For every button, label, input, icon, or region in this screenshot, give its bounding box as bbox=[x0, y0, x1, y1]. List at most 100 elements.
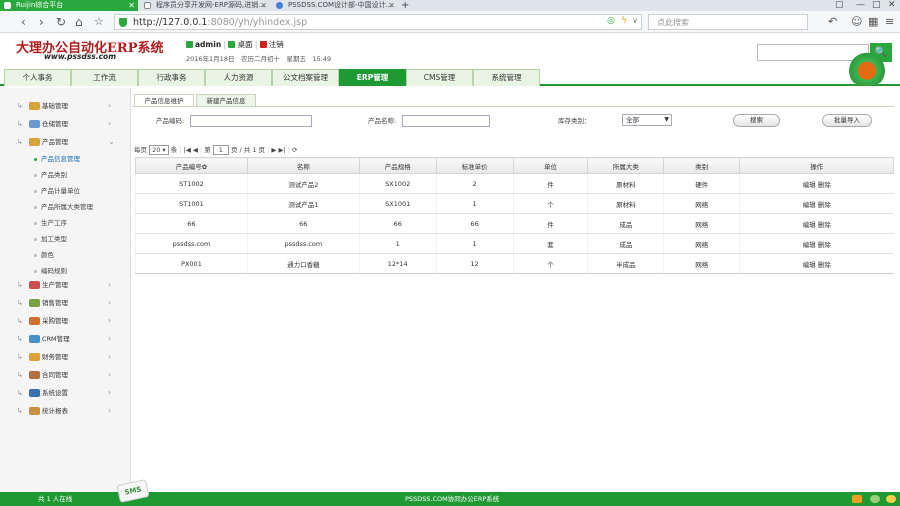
sidebar-item-crm[interactable]: ↳ CRM管理 › bbox=[0, 330, 131, 348]
column-header[interactable]: 名称 bbox=[246, 157, 360, 174]
username[interactable]: admin bbox=[195, 40, 221, 49]
sidebar-subitem[interactable]: 颜色 bbox=[0, 247, 131, 263]
footer-title: PSSDSS.COM协同办公ERP系统 bbox=[405, 495, 500, 503]
row-actions[interactable]: 编辑 删除 bbox=[739, 193, 894, 214]
menu-item[interactable]: 行政事务 bbox=[138, 69, 205, 86]
column-header[interactable]: 所属大类 bbox=[587, 157, 665, 174]
sidebar-item-product[interactable]: ↳ 产品管理 ⌄ bbox=[0, 133, 131, 151]
apps-icon[interactable]: ▦ bbox=[868, 15, 878, 29]
browser-search-input[interactable]: 点此搜索 bbox=[648, 14, 808, 30]
batch-import-button[interactable]: 批量导入 bbox=[822, 114, 872, 127]
menu-icon[interactable]: ≡ bbox=[885, 15, 894, 29]
sidebar-subitem[interactable]: 产品计量单位 bbox=[0, 183, 131, 199]
product-code-label: 产品编码: bbox=[156, 117, 185, 125]
table-row[interactable]: pssdss.com pssdss.com 1 1 套成品 网络 编辑 删除 bbox=[135, 233, 894, 254]
sidebar-item-contract[interactable]: ↳ 合同管理 › bbox=[0, 366, 131, 384]
close-tab-icon[interactable]: ✕ bbox=[388, 0, 395, 11]
home-icon[interactable]: ⌂ bbox=[75, 15, 83, 29]
row-actions[interactable]: 编辑 删除 bbox=[739, 253, 894, 274]
column-header[interactable]: 标准单价 bbox=[435, 157, 514, 174]
new-tab-icon[interactable]: + bbox=[401, 0, 409, 11]
address-bar: ‹ › ↻ ⌂ ☆ http://127.0.0.1:8080/yh/yhind… bbox=[0, 11, 900, 33]
product-name-input[interactable] bbox=[402, 115, 490, 127]
first-page-icon[interactable]: |◀ bbox=[184, 146, 191, 154]
sidebar-subitem[interactable]: 生产工序 bbox=[0, 215, 131, 231]
stock-type-select[interactable]: 全部 ▼ bbox=[622, 114, 672, 126]
sidebar-item-basic[interactable]: ↳ 基础管理 › bbox=[0, 97, 131, 115]
prev-page-icon[interactable]: ◀ bbox=[193, 146, 198, 154]
logout-link[interactable]: 注销 bbox=[269, 40, 284, 49]
search-button[interactable]: 搜索 bbox=[733, 114, 780, 127]
menu-item[interactable]: CMS管理 bbox=[406, 69, 473, 86]
url-input[interactable]: http://127.0.0.1:8080/yh/yhindex.jsp ◎ ϟ… bbox=[114, 14, 642, 30]
sidebar-item-production[interactable]: ↳ 生产管理 › bbox=[0, 276, 131, 294]
forward-icon[interactable]: › bbox=[39, 15, 44, 29]
pagination-bar: 每页 20 ▾ 条 | |◀ ◀ | 第 1 页 / 共 1 页 | ▶ ▶| … bbox=[134, 145, 298, 155]
column-header[interactable]: 单位 bbox=[512, 157, 589, 174]
sidebar-subitem[interactable]: 产品类别 bbox=[0, 167, 131, 183]
row-actions[interactable]: 编辑 删除 bbox=[739, 233, 894, 254]
menu-item[interactable]: 工作流 bbox=[71, 69, 138, 86]
table-row[interactable]: ST1001 测试产品1 SX1001 1 个原材料 网络 编辑 删除 bbox=[135, 193, 894, 214]
sidebar-subitem-product-info[interactable]: 产品信息管理 bbox=[0, 151, 131, 167]
menu-item[interactable]: 系统管理 bbox=[473, 69, 540, 86]
column-header[interactable]: 类别 bbox=[663, 157, 741, 174]
sidebar-item-warehouse[interactable]: ↳ 仓储管理 › bbox=[0, 115, 131, 133]
page-number-input[interactable]: 1 bbox=[212, 145, 229, 155]
maximize-icon[interactable]: □ bbox=[872, 0, 881, 11]
row-actions[interactable]: 编辑 删除 bbox=[739, 213, 894, 234]
column-header[interactable]: 产品规格 bbox=[358, 157, 437, 174]
undo-icon[interactable]: ↶ bbox=[828, 15, 837, 29]
bookmark-icon[interactable]: ☆ bbox=[94, 15, 104, 29]
product-table: 产品编号✿ 名称 产品规格 标准单价 单位 所属大类 类别 操作 ST1002 测… bbox=[135, 157, 894, 274]
product-name-label: 产品名称: bbox=[368, 117, 397, 125]
back-icon[interactable]: ‹ bbox=[21, 15, 26, 29]
menu-item[interactable]: 公文档案管理 bbox=[272, 69, 339, 86]
browser-tab-2[interactable]: 程序员分享开发网-ERP源码,进销... ✕ bbox=[140, 0, 270, 11]
close-tab-icon[interactable]: ✕ bbox=[260, 0, 267, 11]
minimize-icon[interactable]: — bbox=[856, 0, 865, 11]
per-page-select[interactable]: 20 ▾ bbox=[149, 145, 169, 155]
table-row[interactable]: 66 66 66 66 件成品 网络 编辑 删除 bbox=[135, 213, 894, 234]
browser-tab-1[interactable]: Ruijin综合平台 ✕ bbox=[0, 0, 138, 11]
close-window-icon[interactable]: ✕ bbox=[888, 0, 896, 11]
app-header: 大理办公自动化ERP系统 www.pssdss.com admin | 桌面 |… bbox=[0, 33, 900, 68]
restore-window-icon[interactable]: ▢ bbox=[835, 0, 844, 11]
sidebar-subitem[interactable]: 加工类型 bbox=[0, 231, 131, 247]
menu-item-active[interactable]: ERP管理 bbox=[339, 69, 406, 86]
main-menu: 个人事务 工作流 行政事务 人力资源 公文档案管理 ERP管理 CMS管理 系统… bbox=[0, 68, 900, 86]
desktop-link[interactable]: 桌面 bbox=[237, 40, 252, 49]
finance-icon bbox=[29, 353, 40, 361]
report-icon bbox=[29, 407, 40, 415]
next-page-icon[interactable]: ▶ bbox=[271, 146, 276, 154]
last-page-icon[interactable]: ▶| bbox=[278, 146, 285, 154]
user-icon[interactable]: ☺ bbox=[851, 15, 862, 29]
sidebar-item-sales[interactable]: ↳ 销售管理 › bbox=[0, 294, 131, 312]
reload-icon[interactable]: ↻ bbox=[56, 15, 66, 29]
tray-icon[interactable] bbox=[852, 495, 862, 503]
menu-item[interactable]: 个人事务 bbox=[4, 69, 71, 86]
sidebar-item-finance[interactable]: ↳ 财务管理 › bbox=[0, 348, 131, 366]
tab-favicon-icon bbox=[4, 2, 11, 9]
sidebar-item-reports[interactable]: ↳ 统计报表 › bbox=[0, 402, 131, 420]
dropdown-icon[interactable]: ∨ bbox=[632, 16, 638, 25]
user-info: admin | 桌面 | 注销 bbox=[186, 39, 284, 50]
chat-icon[interactable] bbox=[870, 495, 880, 503]
product-code-input[interactable] bbox=[190, 115, 312, 127]
online-count[interactable]: 共 1 人在线 bbox=[38, 492, 72, 506]
row-actions[interactable]: 编辑 删除 bbox=[739, 173, 894, 194]
close-tab-icon[interactable]: ✕ bbox=[128, 0, 135, 11]
table-row[interactable]: PX001 通力口香糖 12*14 12 个半成品 网络 编辑 删除 bbox=[135, 253, 894, 274]
refresh-icon[interactable]: ⟳ bbox=[292, 146, 297, 154]
sidebar-subitem[interactable]: 产品所属大类管理 bbox=[0, 199, 131, 215]
column-header[interactable]: 操作 bbox=[739, 157, 894, 174]
menu-item[interactable]: 人力资源 bbox=[205, 69, 272, 86]
column-header[interactable]: 产品编号✿ bbox=[135, 157, 248, 174]
smiley-icon[interactable] bbox=[886, 495, 896, 503]
sidebar-item-purchase[interactable]: ↳ 采购管理 › bbox=[0, 312, 131, 330]
lightning-icon[interactable]: ϟ bbox=[621, 16, 627, 26]
sidebar-item-settings[interactable]: ↳ 系统设置 › bbox=[0, 384, 131, 402]
browser-tab-3[interactable]: PSSDSS.COM设计部-中国设计... ✕ bbox=[272, 0, 398, 11]
table-row[interactable]: ST1002 测试产品2 SX1002 2 件原材料 硬件 编辑 删除 bbox=[135, 173, 894, 194]
reader-icon[interactable]: ◎ bbox=[607, 16, 615, 26]
